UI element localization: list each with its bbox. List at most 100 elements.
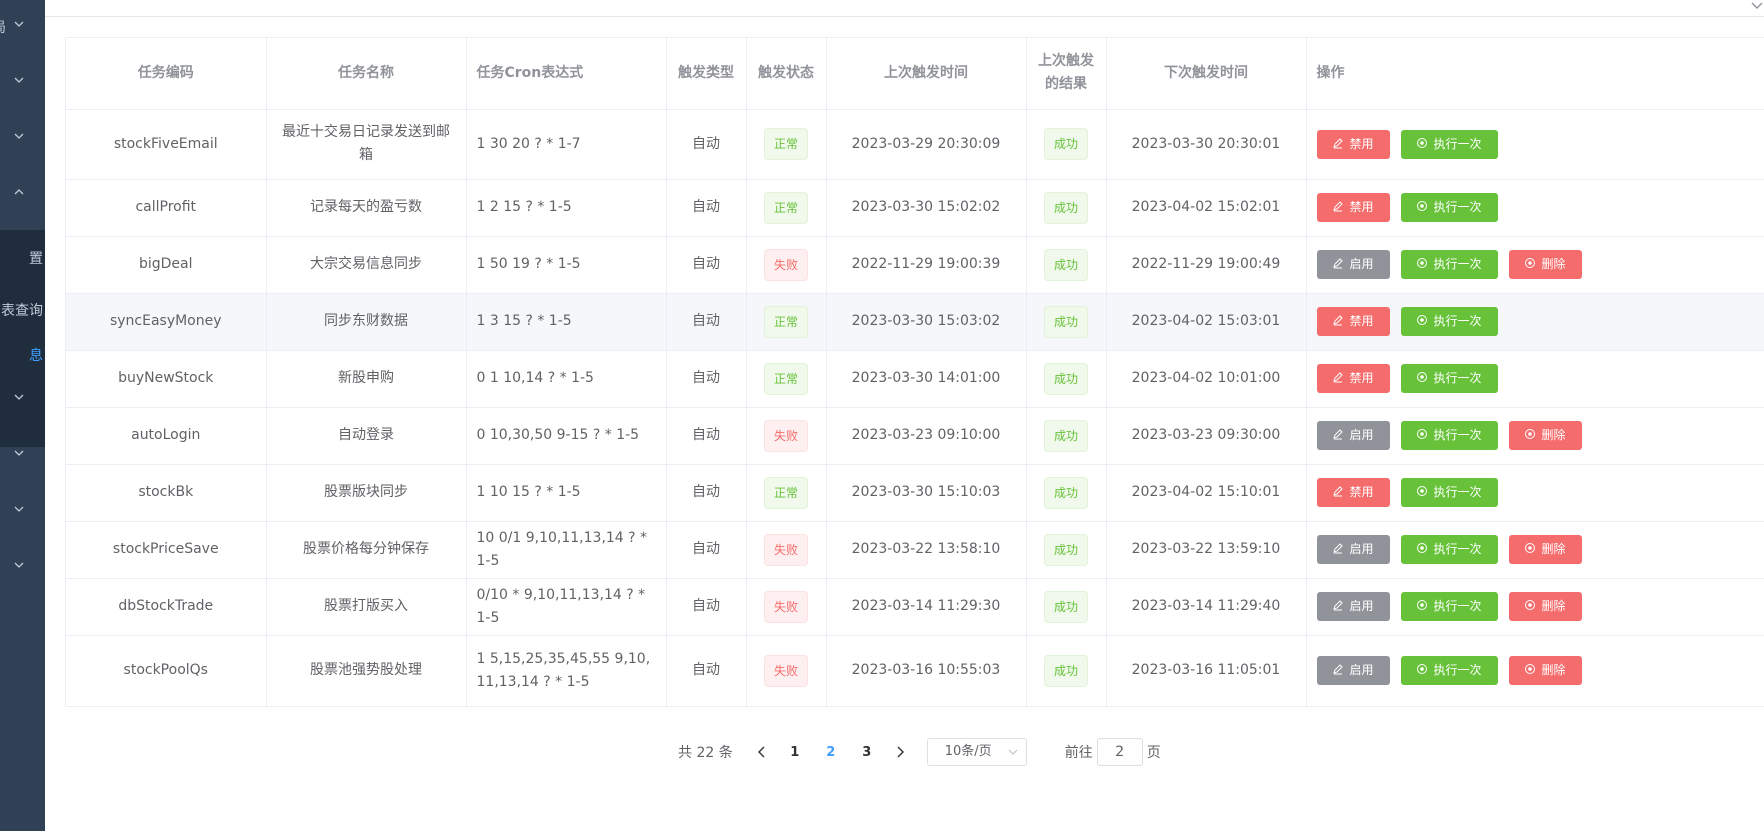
cell-trigger-type: 自动 bbox=[666, 236, 747, 294]
table-row[interactable]: stockFiveEmail 最近十交易日记录发送到邮箱 1 30 20 ? * 1… bbox=[66, 109, 1764, 180]
cell-last-result: 成功 bbox=[1026, 350, 1107, 408]
header-task-name: 任务名称 bbox=[266, 38, 467, 110]
run-once-button[interactable]: 执行一次 bbox=[1400, 421, 1498, 450]
cell-actions: 禁用 执行一次 bbox=[1306, 350, 1764, 408]
prev-page-icon[interactable] bbox=[747, 744, 777, 760]
table-row[interactable]: dbStockTrade 股票打版买入 0/10 * 9,10,11,13,14 ?… bbox=[66, 578, 1764, 636]
sidebar-item-0[interactable]: 局 bbox=[0, 0, 45, 56]
table-row[interactable]: callProfit 记录每天的盈亏数 1 2 15 ? * 1-5 自动 正常 2023… bbox=[66, 179, 1764, 237]
cell-trigger-status: 正常 bbox=[746, 109, 827, 180]
status-badge: 正常 bbox=[763, 362, 808, 395]
cell-last-result: 成功 bbox=[1026, 236, 1107, 294]
goto-suffix: 页 bbox=[1146, 745, 1161, 761]
table-header-row: 任务编码 任务名称 任务Cron表达式 触发类型 触发状态 上次触发时间 上次触… bbox=[66, 38, 1764, 110]
cell-trigger-type: 自动 bbox=[666, 179, 747, 237]
delete-button[interactable]: 删除 bbox=[1508, 656, 1582, 685]
sidebar-item-label: 表查询 bbox=[1, 303, 43, 319]
sidebar-item-4[interactable]: 置 bbox=[0, 230, 45, 286]
run-once-button[interactable]: 执行一次 bbox=[1400, 250, 1498, 279]
page-3[interactable]: 3 bbox=[849, 745, 885, 760]
status-badge: 失败 bbox=[763, 654, 808, 687]
run-label: 执行一次 bbox=[1433, 136, 1482, 151]
table-row[interactable]: syncEasyMoney 同步东财数据 1 3 15 ? * 1-5 自动 正常 202… bbox=[66, 293, 1764, 351]
run-once-button[interactable]: 执行一次 bbox=[1400, 307, 1498, 336]
chevron-down-icon bbox=[12, 390, 26, 404]
enable-button[interactable]: 启用 bbox=[1316, 656, 1390, 685]
result-badge: 成功 bbox=[1043, 248, 1088, 281]
cell-last-result: 成功 bbox=[1026, 635, 1107, 707]
delete-button[interactable]: 删除 bbox=[1508, 592, 1582, 621]
enable-button[interactable]: 启用 bbox=[1316, 250, 1390, 279]
result-badge: 成功 bbox=[1043, 533, 1088, 566]
goto-page-input[interactable]: 2 bbox=[1096, 738, 1143, 766]
sidebar-item-1[interactable] bbox=[0, 56, 45, 112]
run-once-button[interactable]: 执行一次 bbox=[1400, 193, 1498, 222]
task-table: 任务编码 任务名称 任务Cron表达式 触发类型 触发状态 上次触发时间 上次触… bbox=[65, 37, 1764, 707]
header-task-code: 任务编码 bbox=[66, 38, 267, 110]
chevron-down-icon bbox=[12, 73, 26, 87]
delete-label: 删除 bbox=[1541, 663, 1566, 677]
table-row[interactable]: stockPriceSave 股票价格每分钟保存 10 0/1 9,10,11,13… bbox=[66, 521, 1764, 579]
cell-actions: 启用 执行一次 删除 bbox=[1306, 635, 1764, 707]
sidebar-item-3[interactable] bbox=[0, 168, 45, 224]
disable-button[interactable]: 禁用 bbox=[1316, 364, 1390, 393]
delete-label: 删除 bbox=[1541, 599, 1566, 613]
page-1[interactable]: 1 bbox=[777, 745, 813, 760]
cell-last-time: 2023-03-30 15:02:02 bbox=[826, 179, 1027, 237]
run-icon bbox=[1416, 542, 1428, 554]
table-row[interactable]: stockPoolQs 股票池强势股处理 1 5,15,25,35,45,55 9,… bbox=[66, 635, 1764, 707]
next-page-icon[interactable] bbox=[885, 744, 915, 760]
header-trigger-status: 触发状态 bbox=[746, 38, 827, 110]
disable-button[interactable]: 禁用 bbox=[1316, 478, 1390, 507]
cell-cron: 1 5,15,25,35,45,55 9,10,11,13,14 ? * 1-5 bbox=[466, 635, 667, 707]
chevron-down-icon[interactable] bbox=[1750, 0, 1764, 10]
toggle-label: 禁用 bbox=[1349, 485, 1374, 499]
sidebar-item-9[interactable] bbox=[0, 485, 45, 541]
toggle-label: 禁用 bbox=[1349, 371, 1374, 385]
disable-button[interactable]: 禁用 bbox=[1316, 193, 1390, 222]
table-row[interactable]: autoLogin 自动登录 0 10,30,50 9-15 ? * 1-5 自动 失败… bbox=[66, 407, 1764, 465]
delete-label: 删除 bbox=[1541, 257, 1566, 271]
run-once-button[interactable]: 执行一次 bbox=[1400, 656, 1498, 685]
header-last-result: 上次触发的结果 bbox=[1026, 38, 1107, 110]
run-once-button[interactable]: 执行一次 bbox=[1400, 364, 1498, 393]
cell-last-result: 成功 bbox=[1026, 293, 1107, 351]
enable-button[interactable]: 启用 bbox=[1316, 421, 1390, 450]
cell-cron: 0 10,30,50 9-15 ? * 1-5 bbox=[466, 407, 667, 465]
run-once-button[interactable]: 执行一次 bbox=[1400, 478, 1498, 507]
delete-button[interactable]: 删除 bbox=[1508, 421, 1582, 450]
cell-trigger-status: 失败 bbox=[746, 236, 827, 294]
enable-button[interactable]: 启用 bbox=[1316, 535, 1390, 564]
status-badge: 失败 bbox=[763, 590, 808, 623]
page-size-select[interactable]: 10条/页 bbox=[926, 738, 1027, 766]
delete-button[interactable]: 删除 bbox=[1508, 535, 1582, 564]
sidebar-item-10[interactable] bbox=[0, 541, 45, 597]
page-2[interactable]: 2 bbox=[813, 745, 849, 760]
table-row[interactable]: buyNewStock 新股申购 0 1 10,14 ? * 1-5 自动 正常 2023… bbox=[66, 350, 1764, 408]
delete-button[interactable]: 删除 bbox=[1508, 250, 1582, 279]
edit-icon bbox=[1332, 542, 1344, 554]
run-icon bbox=[1416, 200, 1428, 212]
cell-next-time: 2022-11-29 19:00:49 bbox=[1106, 236, 1307, 294]
sidebar-item-8[interactable] bbox=[0, 429, 45, 485]
disable-button[interactable]: 禁用 bbox=[1316, 129, 1390, 159]
table-row[interactable]: bigDeal 大宗交易信息同步 1 50 19 ? * 1-5 自动 失败 2022-1… bbox=[66, 236, 1764, 294]
sidebar-item-7[interactable] bbox=[0, 373, 45, 429]
cell-last-time: 2023-03-23 09:10:00 bbox=[826, 407, 1027, 465]
cell-task-code: buyNewStock bbox=[66, 350, 267, 408]
sidebar-item-label: 息 bbox=[29, 348, 43, 364]
cell-trigger-status: 正常 bbox=[746, 179, 827, 237]
run-once-button[interactable]: 执行一次 bbox=[1400, 535, 1498, 564]
sidebar-item-2[interactable] bbox=[0, 112, 45, 168]
run-once-button[interactable]: 执行一次 bbox=[1400, 592, 1498, 621]
table-row[interactable]: stockBk 股票版块同步 1 10 15 ? * 1-5 自动 正常 2023-03-… bbox=[66, 464, 1764, 522]
run-label: 执行一次 bbox=[1433, 371, 1482, 385]
cell-task-code: autoLogin bbox=[66, 407, 267, 465]
edit-icon bbox=[1332, 257, 1344, 269]
disable-button[interactable]: 禁用 bbox=[1316, 307, 1390, 336]
cell-actions: 启用 执行一次 删除 bbox=[1306, 578, 1764, 636]
enable-button[interactable]: 启用 bbox=[1316, 592, 1390, 621]
run-once-button[interactable]: 执行一次 bbox=[1400, 129, 1498, 159]
cell-cron: 1 3 15 ? * 1-5 bbox=[466, 293, 667, 351]
page-size-value: 10条/页 bbox=[944, 744, 992, 759]
